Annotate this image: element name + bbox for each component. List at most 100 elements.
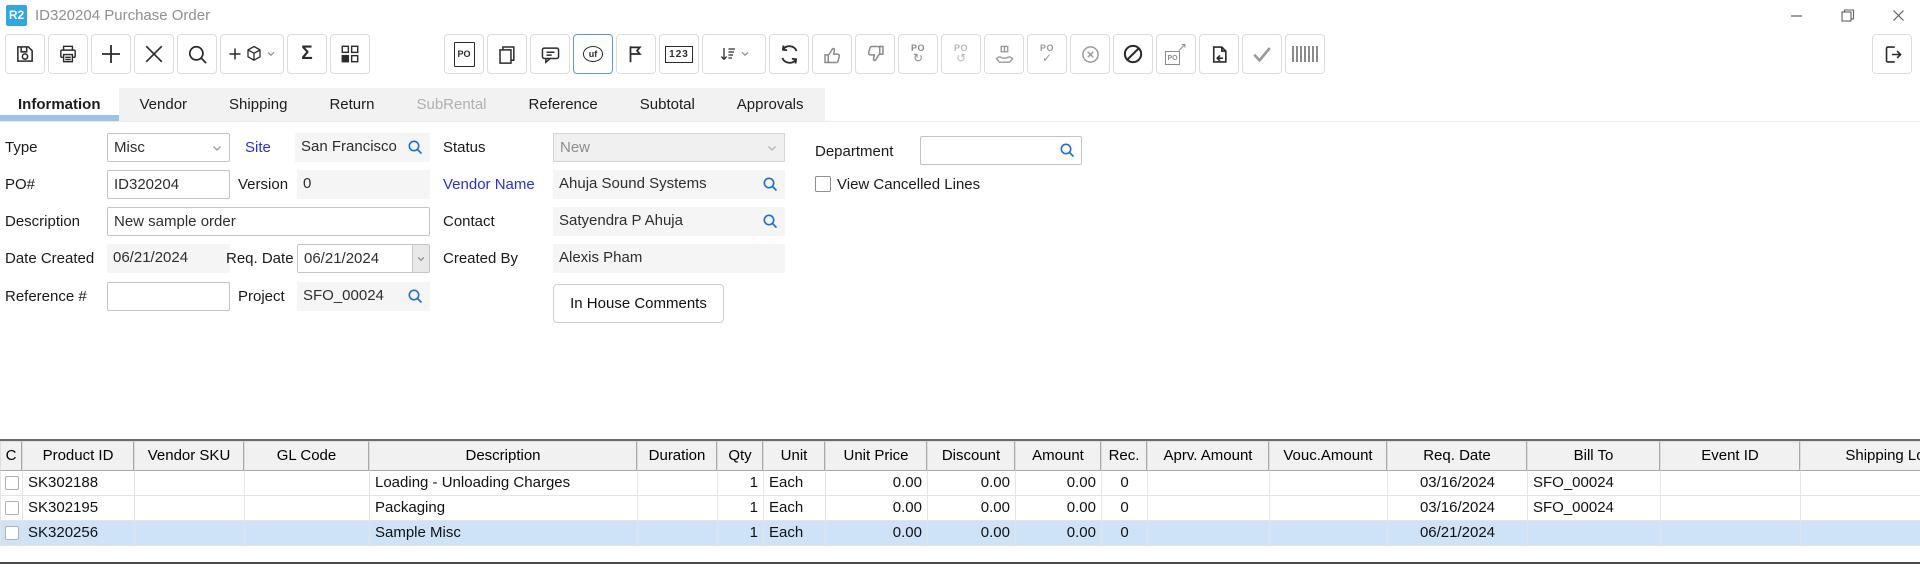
site-link[interactable]: Site bbox=[245, 133, 271, 162]
header-unit[interactable]: Unit bbox=[763, 441, 825, 471]
cell-shipping[interactable] bbox=[1801, 496, 1920, 520]
flag-button[interactable] bbox=[616, 34, 656, 74]
vendor-name-link[interactable]: Vendor Name bbox=[443, 170, 535, 199]
project-search-icon[interactable] bbox=[407, 288, 424, 305]
cell-amount[interactable]: 0.00 bbox=[1016, 471, 1102, 495]
cell-duration[interactable] bbox=[638, 496, 718, 520]
row-checkbox-cell[interactable] bbox=[1, 496, 23, 520]
cell-aprv-amount[interactable] bbox=[1148, 521, 1270, 545]
cell-event-id[interactable] bbox=[1661, 471, 1801, 495]
type-select[interactable]: Misc bbox=[107, 133, 230, 162]
header-event-id[interactable]: Event ID bbox=[1660, 441, 1800, 471]
cell-product-id[interactable]: SK302188 bbox=[23, 471, 135, 495]
header-duration[interactable]: Duration bbox=[637, 441, 717, 471]
print-button[interactable] bbox=[48, 34, 88, 74]
cell-event-id[interactable] bbox=[1661, 496, 1801, 520]
tab-vendor[interactable]: Vendor bbox=[119, 88, 209, 121]
header-vouc-amount[interactable]: Vouc.Amount bbox=[1269, 441, 1387, 471]
row-checkbox-cell[interactable] bbox=[1, 521, 23, 545]
restore-button[interactable] bbox=[1840, 8, 1855, 23]
header-vendor-sku[interactable]: Vendor SKU bbox=[134, 441, 244, 471]
cell-discount[interactable]: 0.00 bbox=[928, 471, 1016, 495]
row-checkbox[interactable] bbox=[5, 501, 19, 515]
reference-input[interactable] bbox=[107, 282, 230, 311]
cell-unit-price[interactable]: 0.00 bbox=[826, 496, 928, 520]
cell-amount[interactable]: 0.00 bbox=[1016, 496, 1102, 520]
req-date-input[interactable]: 06/21/2024 bbox=[297, 244, 430, 273]
cell-qty[interactable]: 1 bbox=[718, 471, 764, 495]
void-button[interactable] bbox=[1113, 34, 1153, 74]
tab-shipping[interactable]: Shipping bbox=[208, 88, 308, 121]
uf-button[interactable]: uf bbox=[573, 34, 613, 74]
cell-shipping[interactable] bbox=[1801, 471, 1920, 495]
cell-bill-to[interactable]: SFO_00024 bbox=[1528, 471, 1661, 495]
revert-document-button[interactable] bbox=[1199, 34, 1239, 74]
header-aprv-amount[interactable]: Aprv. Amount bbox=[1147, 441, 1269, 471]
po-verify-button[interactable]: PO✓ bbox=[1027, 34, 1067, 74]
cell-duration[interactable] bbox=[638, 521, 718, 545]
table-row[interactable]: SK302188 Loading - Unloading Charges 1 E… bbox=[0, 471, 1920, 496]
description-input[interactable]: New sample order bbox=[107, 207, 430, 236]
cell-shipping[interactable] bbox=[1801, 521, 1920, 545]
cell-vendor-sku[interactable] bbox=[135, 471, 245, 495]
cell-aprv-amount[interactable] bbox=[1148, 471, 1270, 495]
thumbs-up-button[interactable] bbox=[812, 34, 852, 74]
confirm-button[interactable] bbox=[1242, 34, 1282, 74]
add-product-button[interactable] bbox=[220, 34, 284, 74]
cell-gl-code[interactable] bbox=[245, 521, 370, 545]
cell-description[interactable]: Sample Misc bbox=[370, 521, 638, 545]
delete-line-button[interactable] bbox=[134, 34, 174, 74]
header-req-date[interactable]: Req. Date bbox=[1387, 441, 1527, 471]
header-qty[interactable]: Qty bbox=[717, 441, 763, 471]
header-rec[interactable]: Rec. bbox=[1101, 441, 1147, 471]
cell-unit-price[interactable]: 0.00 bbox=[826, 471, 928, 495]
header-product-id[interactable]: Product ID bbox=[22, 441, 134, 471]
minimize-button[interactable] bbox=[1789, 8, 1804, 23]
copy-button[interactable] bbox=[487, 34, 527, 74]
refresh-button[interactable] bbox=[769, 34, 809, 74]
add-line-button[interactable] bbox=[91, 34, 131, 74]
header-description[interactable]: Description bbox=[369, 441, 637, 471]
cell-vendor-sku[interactable] bbox=[135, 496, 245, 520]
vendor-search-icon[interactable] bbox=[762, 176, 779, 193]
search-button[interactable] bbox=[177, 34, 217, 74]
cell-rec[interactable]: 0 bbox=[1102, 471, 1148, 495]
po-redo-button[interactable]: PO↻ bbox=[898, 34, 938, 74]
cancel-circle-button[interactable] bbox=[1070, 34, 1110, 74]
close-button[interactable] bbox=[1891, 8, 1906, 23]
cell-description[interactable]: Packaging bbox=[370, 496, 638, 520]
po-number-input[interactable]: ID320204 bbox=[107, 170, 230, 199]
view-cancelled-checkbox[interactable] bbox=[815, 176, 831, 192]
po-document-button[interactable]: PO bbox=[444, 34, 484, 74]
department-field[interactable] bbox=[920, 136, 1082, 165]
cell-vouc-amount[interactable] bbox=[1270, 521, 1388, 545]
cell-bill-to[interactable]: SFO_00024 bbox=[1528, 496, 1661, 520]
header-gl-code[interactable]: GL Code bbox=[244, 441, 369, 471]
tab-return[interactable]: Return bbox=[308, 88, 395, 121]
table-row[interactable]: SK302195 Packaging 1 Each 0.00 0.00 0.00… bbox=[0, 496, 1920, 521]
cell-bill-to[interactable] bbox=[1528, 521, 1661, 545]
cell-event-id[interactable] bbox=[1661, 521, 1801, 545]
cell-vouc-amount[interactable] bbox=[1270, 471, 1388, 495]
sort-button[interactable] bbox=[702, 34, 766, 74]
row-checkbox[interactable] bbox=[5, 476, 19, 490]
header-discount[interactable]: Discount bbox=[927, 441, 1015, 471]
cell-qty[interactable]: 1 bbox=[718, 521, 764, 545]
cell-aprv-amount[interactable] bbox=[1148, 496, 1270, 520]
cell-amount[interactable]: 0.00 bbox=[1016, 521, 1102, 545]
header-shipping-location[interactable]: Shipping Lo bbox=[1800, 441, 1920, 471]
numbering-button[interactable]: 123 bbox=[659, 34, 699, 74]
cell-rec[interactable]: 0 bbox=[1102, 496, 1148, 520]
department-search-icon[interactable] bbox=[1059, 142, 1076, 159]
tab-approvals[interactable]: Approvals bbox=[716, 88, 825, 121]
cell-unit[interactable]: Each bbox=[764, 471, 826, 495]
sum-button[interactable]: Σ bbox=[287, 34, 327, 74]
receive-button[interactable] bbox=[984, 34, 1024, 74]
header-checkbox-col[interactable]: C bbox=[0, 441, 22, 471]
tab-information[interactable]: Information bbox=[0, 88, 119, 121]
cell-vendor-sku[interactable] bbox=[135, 521, 245, 545]
tab-reference[interactable]: Reference bbox=[508, 88, 619, 121]
in-house-comments-button[interactable]: In House Comments bbox=[553, 284, 724, 323]
cell-req-date[interactable]: 06/21/2024 bbox=[1388, 521, 1528, 545]
po-undo-button[interactable]: PO↺ bbox=[941, 34, 981, 74]
